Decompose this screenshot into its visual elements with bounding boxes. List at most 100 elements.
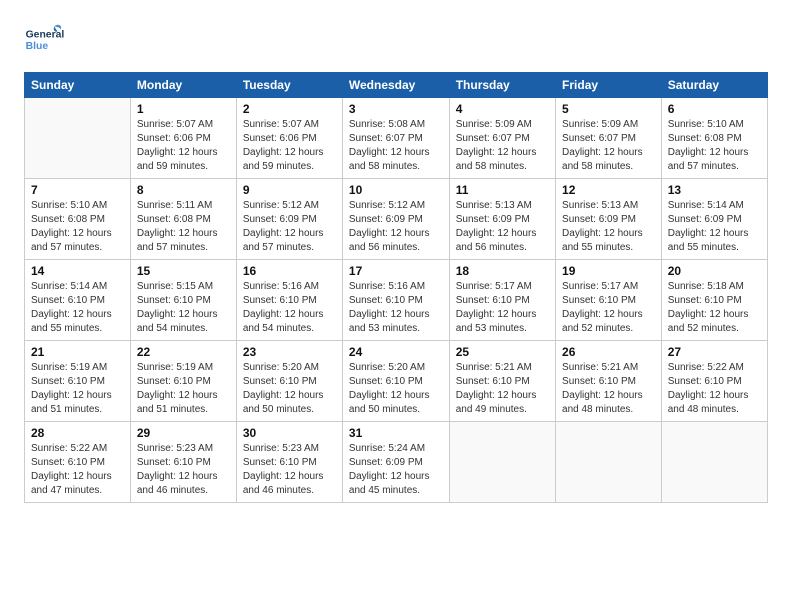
day-info: Sunrise: 5:09 AM Sunset: 6:07 PM Dayligh… — [456, 118, 549, 174]
day-number: 19 — [562, 264, 655, 278]
day-number: 17 — [349, 264, 443, 278]
day-number: 23 — [243, 345, 336, 359]
week-row-2: 14Sunrise: 5:14 AM Sunset: 6:10 PM Dayli… — [25, 260, 768, 341]
header-cell-tuesday: Tuesday — [236, 73, 342, 98]
day-info: Sunrise: 5:20 AM Sunset: 6:10 PM Dayligh… — [243, 361, 336, 417]
day-info: Sunrise: 5:11 AM Sunset: 6:08 PM Dayligh… — [137, 199, 230, 255]
day-info: Sunrise: 5:21 AM Sunset: 6:10 PM Dayligh… — [456, 361, 549, 417]
day-cell: 17 Sunrise: 5:16 AM Sunset: 6:10 PM Dayli… — [342, 260, 449, 341]
day-number: 7 — [31, 183, 124, 197]
day-cell: 11 Sunrise: 5:13 AM Sunset: 6:09 PM Dayli… — [449, 179, 555, 260]
header-cell-monday: Monday — [130, 73, 236, 98]
day-cell: 13Sunrise: 5:14 AM Sunset: 6:09 PM Dayli… — [661, 179, 767, 260]
day-cell: 19 Sunrise: 5:17 AM Sunset: 6:10 PM Dayli… — [556, 260, 662, 341]
day-info: Sunrise: 5:16 AM Sunset: 6:10 PM Dayligh… — [349, 280, 443, 336]
header-cell-thursday: Thursday — [449, 73, 555, 98]
week-row-3: 21 Sunrise: 5:19 AM Sunset: 6:10 PM Dayli… — [25, 341, 768, 422]
day-cell: 28 Sunrise: 5:22 AM Sunset: 6:10 PM Dayli… — [25, 422, 131, 503]
header-cell-saturday: Saturday — [661, 73, 767, 98]
day-info: Sunrise: 5:13 AM Sunset: 6:09 PM Dayligh… — [456, 199, 549, 255]
calendar-header: SundayMondayTuesdayWednesdayThursdayFrid… — [25, 73, 768, 98]
day-cell: 20 Sunrise: 5:18 AM Sunset: 6:10 PM Dayli… — [661, 260, 767, 341]
day-cell: 31 Sunrise: 5:24 AM Sunset: 6:09 PM Dayli… — [342, 422, 449, 503]
day-cell: 1 Sunrise: 5:07 AM Sunset: 6:06 PM Daylig… — [130, 98, 236, 179]
day-cell: 9 Sunrise: 5:12 AM Sunset: 6:09 PM Daylig… — [236, 179, 342, 260]
day-number: 28 — [31, 426, 124, 440]
header-cell-wednesday: Wednesday — [342, 73, 449, 98]
day-cell: 29 Sunrise: 5:23 AM Sunset: 6:10 PM Dayli… — [130, 422, 236, 503]
day-number: 22 — [137, 345, 230, 359]
day-cell: 23 Sunrise: 5:20 AM Sunset: 6:10 PM Dayli… — [236, 341, 342, 422]
day-info: Sunrise: 5:19 AM Sunset: 6:10 PM Dayligh… — [31, 361, 124, 417]
day-number: 3 — [349, 102, 443, 116]
day-number: 16 — [243, 264, 336, 278]
svg-text:General: General — [26, 30, 64, 41]
week-row-1: 7Sunrise: 5:10 AM Sunset: 6:08 PM Daylig… — [25, 179, 768, 260]
logo-icon: General Blue — [24, 20, 64, 60]
day-cell: 22Sunrise: 5:19 AM Sunset: 6:10 PM Dayli… — [130, 341, 236, 422]
day-info: Sunrise: 5:12 AM Sunset: 6:09 PM Dayligh… — [349, 199, 443, 255]
day-cell: 27 Sunrise: 5:22 AM Sunset: 6:10 PM Dayli… — [661, 341, 767, 422]
day-cell: 26Sunrise: 5:21 AM Sunset: 6:10 PM Dayli… — [556, 341, 662, 422]
day-cell: 14Sunrise: 5:14 AM Sunset: 6:10 PM Dayli… — [25, 260, 131, 341]
day-cell: 3Sunrise: 5:08 AM Sunset: 6:07 PM Daylig… — [342, 98, 449, 179]
day-number: 5 — [562, 102, 655, 116]
day-cell: 15 Sunrise: 5:15 AM Sunset: 6:10 PM Dayli… — [130, 260, 236, 341]
header-row: SundayMondayTuesdayWednesdayThursdayFrid… — [25, 73, 768, 98]
day-cell: 5 Sunrise: 5:09 AM Sunset: 6:07 PM Daylig… — [556, 98, 662, 179]
day-cell: 4 Sunrise: 5:09 AM Sunset: 6:07 PM Daylig… — [449, 98, 555, 179]
day-number: 1 — [137, 102, 230, 116]
day-number: 21 — [31, 345, 124, 359]
calendar-table: SundayMondayTuesdayWednesdayThursdayFrid… — [24, 72, 768, 503]
day-info: Sunrise: 5:22 AM Sunset: 6:10 PM Dayligh… — [31, 442, 124, 498]
day-info: Sunrise: 5:23 AM Sunset: 6:10 PM Dayligh… — [243, 442, 336, 498]
day-number: 9 — [243, 183, 336, 197]
day-number: 25 — [456, 345, 549, 359]
day-info: Sunrise: 5:07 AM Sunset: 6:06 PM Dayligh… — [243, 118, 336, 174]
day-cell: 7Sunrise: 5:10 AM Sunset: 6:08 PM Daylig… — [25, 179, 131, 260]
day-info: Sunrise: 5:17 AM Sunset: 6:10 PM Dayligh… — [562, 280, 655, 336]
day-info: Sunrise: 5:18 AM Sunset: 6:10 PM Dayligh… — [668, 280, 761, 336]
day-cell: 12Sunrise: 5:13 AM Sunset: 6:09 PM Dayli… — [556, 179, 662, 260]
day-info: Sunrise: 5:15 AM Sunset: 6:10 PM Dayligh… — [137, 280, 230, 336]
day-number: 20 — [668, 264, 761, 278]
day-number: 11 — [456, 183, 549, 197]
day-number: 18 — [456, 264, 549, 278]
calendar-body: 1 Sunrise: 5:07 AM Sunset: 6:06 PM Daylig… — [25, 98, 768, 503]
day-number: 14 — [31, 264, 124, 278]
day-cell: 18Sunrise: 5:17 AM Sunset: 6:10 PM Dayli… — [449, 260, 555, 341]
day-info: Sunrise: 5:20 AM Sunset: 6:10 PM Dayligh… — [349, 361, 443, 417]
day-info: Sunrise: 5:09 AM Sunset: 6:07 PM Dayligh… — [562, 118, 655, 174]
day-number: 27 — [668, 345, 761, 359]
day-number: 10 — [349, 183, 443, 197]
day-cell — [25, 98, 131, 179]
header: General Blue — [24, 20, 768, 60]
day-number: 8 — [137, 183, 230, 197]
day-number: 24 — [349, 345, 443, 359]
logo: General Blue — [24, 20, 64, 60]
day-number: 31 — [349, 426, 443, 440]
day-number: 6 — [668, 102, 761, 116]
day-cell: 10 Sunrise: 5:12 AM Sunset: 6:09 PM Dayli… — [342, 179, 449, 260]
day-info: Sunrise: 5:12 AM Sunset: 6:09 PM Dayligh… — [243, 199, 336, 255]
day-cell: 2Sunrise: 5:07 AM Sunset: 6:06 PM Daylig… — [236, 98, 342, 179]
day-cell — [661, 422, 767, 503]
day-cell: 30 Sunrise: 5:23 AM Sunset: 6:10 PM Dayli… — [236, 422, 342, 503]
day-info: Sunrise: 5:14 AM Sunset: 6:09 PM Dayligh… — [668, 199, 761, 255]
header-cell-friday: Friday — [556, 73, 662, 98]
day-number: 30 — [243, 426, 336, 440]
week-row-4: 28 Sunrise: 5:22 AM Sunset: 6:10 PM Dayli… — [25, 422, 768, 503]
day-cell: 8 Sunrise: 5:11 AM Sunset: 6:08 PM Daylig… — [130, 179, 236, 260]
day-info: Sunrise: 5:24 AM Sunset: 6:09 PM Dayligh… — [349, 442, 443, 498]
day-cell: 16Sunrise: 5:16 AM Sunset: 6:10 PM Dayli… — [236, 260, 342, 341]
day-number: 29 — [137, 426, 230, 440]
day-info: Sunrise: 5:13 AM Sunset: 6:09 PM Dayligh… — [562, 199, 655, 255]
day-info: Sunrise: 5:22 AM Sunset: 6:10 PM Dayligh… — [668, 361, 761, 417]
header-cell-sunday: Sunday — [25, 73, 131, 98]
day-number: 15 — [137, 264, 230, 278]
day-cell: 25 Sunrise: 5:21 AM Sunset: 6:10 PM Dayli… — [449, 341, 555, 422]
day-number: 4 — [456, 102, 549, 116]
day-cell — [556, 422, 662, 503]
day-info: Sunrise: 5:23 AM Sunset: 6:10 PM Dayligh… — [137, 442, 230, 498]
day-info: Sunrise: 5:07 AM Sunset: 6:06 PM Dayligh… — [137, 118, 230, 174]
